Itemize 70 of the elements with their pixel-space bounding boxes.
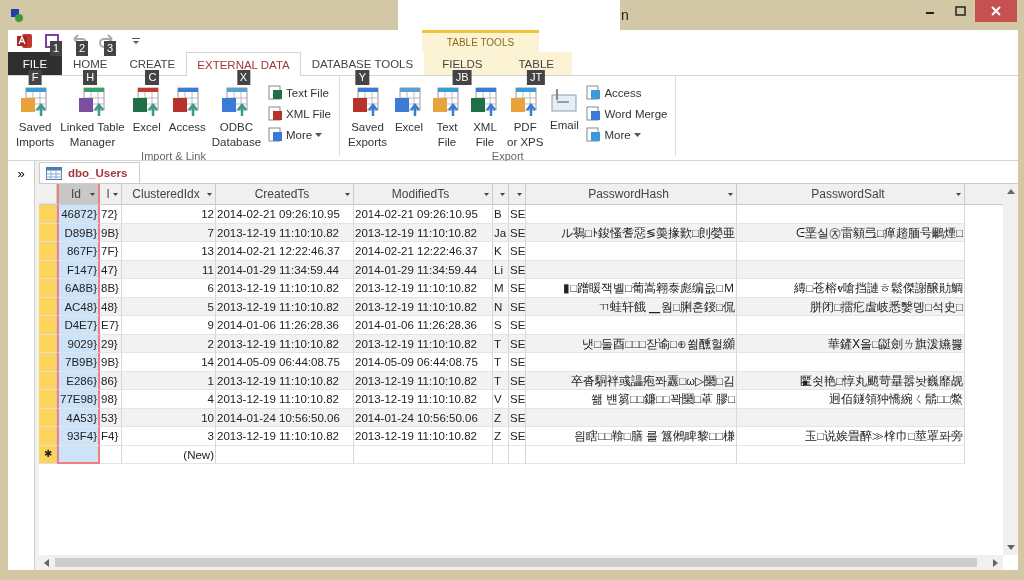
table-cell: 93F4} — [57, 427, 100, 446]
table-cell: 6 — [122, 279, 216, 298]
table-cell: SE — [509, 316, 526, 335]
table-cell: 867F} — [57, 242, 100, 261]
table-cell: 迥佰鐩領狆憍綩ㄑ鬅□□鱉 — [737, 390, 965, 409]
keytip-tooltip: F — [28, 70, 42, 85]
keytip-tooltip: H — [83, 70, 98, 85]
table-cell: 쐚 뱬篘□□鐮□□꽉圞□䓬 膠□ — [526, 390, 737, 409]
table-cell: 2014-01-06 11:26:28.36 — [354, 316, 493, 335]
table-cell: 77E98} — [57, 390, 100, 409]
table-cell: 2013-12-19 11:10:10.82 — [216, 279, 354, 298]
keytip-tooltip: JB — [452, 70, 472, 85]
table-cell: 12 — [122, 205, 216, 224]
table-cell: 13 — [122, 242, 216, 261]
table-cell: 6A8B} — [57, 279, 100, 298]
table-cell: 46872} — [57, 205, 100, 224]
table-cell: S — [493, 316, 509, 335]
table-cell: 縳□苍榕ⱴ嗆挡謰ㅎ鬆傑謝醸勛鯛 — [737, 279, 965, 298]
table-cell: SE — [509, 390, 526, 409]
table-cell: 4 — [122, 390, 216, 409]
table-cell: 9 — [122, 316, 216, 335]
keytip-tooltip: C — [145, 70, 160, 85]
table-cell: 읨瞎□□鞥□膳 를 簋鵂睥黎□□槏 — [526, 427, 737, 446]
table-cell: 7F} — [100, 242, 122, 261]
table-cell: SE — [509, 205, 526, 224]
table-cell: SE — [509, 353, 526, 372]
keytip-tooltip: JT — [527, 70, 546, 85]
table-cell: ▮□蹭䁔잭볠□葡嵩翱泰彪编읎□Ｍ — [526, 279, 737, 298]
table-cell: T — [493, 353, 509, 372]
keytip-tooltip: 1 — [50, 41, 63, 56]
keytip-tooltip: Y — [355, 70, 370, 85]
table-cell: 玉□说娭畳醉≫㮆巾□莖罩퐈旁 — [737, 427, 965, 446]
table-cell: B — [493, 205, 509, 224]
table-cell: D4E7} — [57, 316, 100, 335]
table-cell: 9B} — [100, 353, 122, 372]
table-cell: 2013-12-19 11:10:10.82 — [216, 427, 354, 446]
group-label: Import & Link — [140, 150, 207, 162]
new-record-marker: ✱ — [43, 448, 52, 461]
context-label: TABLE TOOLS — [446, 37, 515, 48]
table-cell: 2014-01-06 11:26:28.36 — [216, 316, 354, 335]
table-cell: SE — [509, 242, 526, 261]
group-label: Export — [490, 150, 525, 162]
table-cell: 2014-02-21 09:26:10.95 — [216, 205, 354, 224]
table-cell: 7B9B} — [57, 353, 100, 372]
table-cell: M — [493, 279, 509, 298]
table-cell: 2013-12-19 11:10:10.82 — [354, 427, 493, 446]
table-cell: SE — [509, 427, 526, 446]
table-cell: 3 — [122, 427, 216, 446]
table-cell: 2014-05-09 06:44:08.75 — [354, 353, 493, 372]
table-cell: 2014-02-21 12:22:46.37 — [216, 242, 354, 261]
table-cell: 2013-12-19 11:10:10.82 — [354, 279, 493, 298]
keytip-tooltip: 2 — [76, 41, 89, 56]
keytip-tooltip: X — [236, 70, 251, 85]
table-cell: 8B} — [100, 279, 122, 298]
table-cell: V — [493, 390, 509, 409]
table-cell: 14 — [122, 353, 216, 372]
table-cell: 2014-02-21 09:26:10.95 — [354, 205, 493, 224]
table-cell: 2014-02-21 12:22:46.37 — [354, 242, 493, 261]
table-cell: F4} — [100, 427, 122, 446]
table-cell: E7} — [100, 316, 122, 335]
window-title: n — [621, 7, 629, 23]
table-cell: SE — [509, 279, 526, 298]
table-cell: 98} — [100, 390, 122, 409]
table-cell: K — [493, 242, 509, 261]
table-cell: 72} — [100, 205, 122, 224]
table-cell: 2014-05-09 06:44:08.75 — [216, 353, 354, 372]
keytip-tooltip: 3 — [104, 41, 117, 56]
table-cell: Z — [493, 427, 509, 446]
table-cell: 2013-12-19 11:10:10.82 — [216, 390, 354, 409]
table-cell: 2013-12-19 11:10:10.82 — [354, 390, 493, 409]
